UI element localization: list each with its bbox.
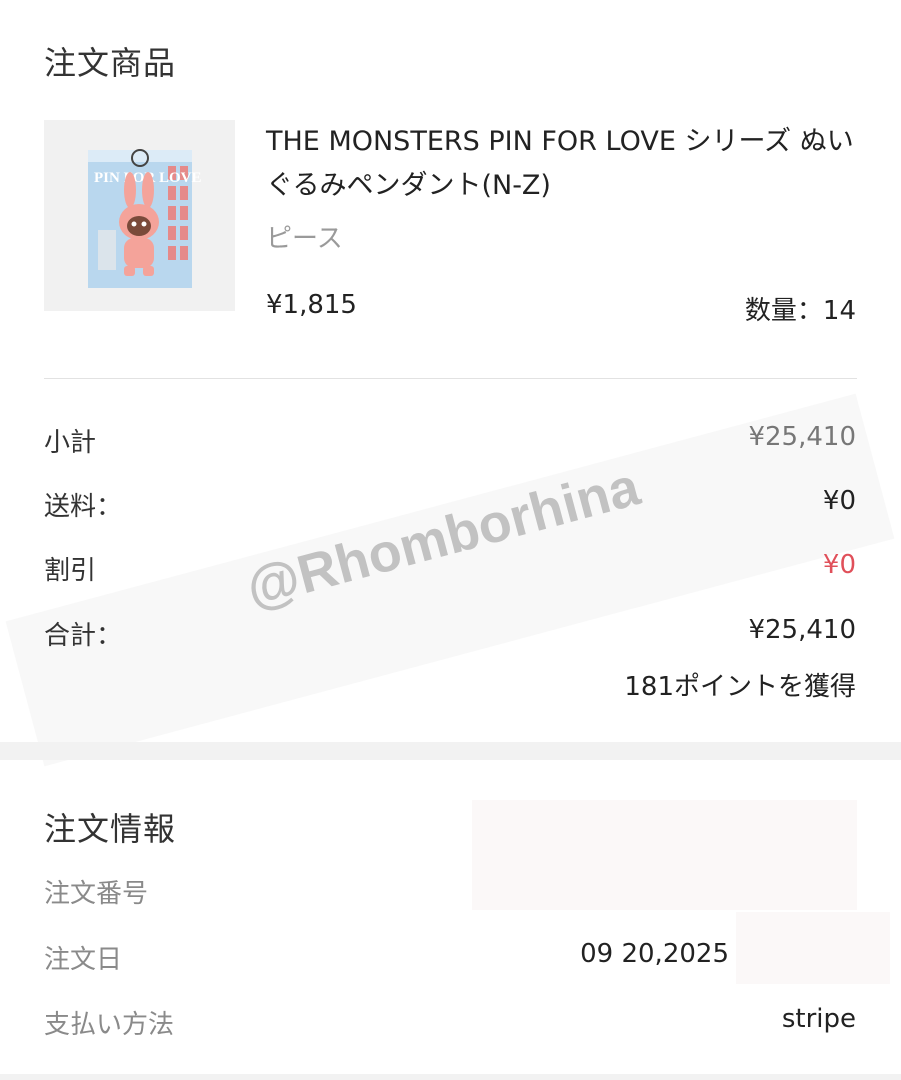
order-info-title: 注文情報 — [44, 810, 177, 848]
payment-method-label: 支払い方法 — [44, 1010, 175, 1040]
divider — [44, 378, 857, 379]
product-box-illustration: PIN FOR LOVE — [88, 149, 202, 288]
shipping-label: 送料： — [44, 492, 123, 522]
payment-method-value: stripe — [781, 1004, 856, 1034]
product-name[interactable]: THE MONSTERS PIN FOR LOVE シリーズ ぬいぐるみペンダン… — [266, 120, 861, 208]
discount-value: ¥0 — [822, 550, 856, 580]
section-separator — [0, 742, 901, 760]
product-price: ¥1,815 — [266, 290, 357, 320]
subtotal-label: 小計 — [44, 428, 97, 458]
product-quantity: 数量：14 — [744, 296, 856, 326]
order-number-label: 注文番号 — [44, 879, 149, 909]
points-earned: 181ポイントを獲得 — [624, 672, 856, 702]
product-variant: ピース — [266, 224, 343, 254]
subtotal-value: ¥25,410 — [748, 422, 856, 452]
order-items-title: 注文商品 — [44, 44, 177, 82]
redacted-order-number — [472, 800, 857, 910]
total-value: ¥25,410 — [748, 615, 856, 645]
shipping-value: ¥0 — [822, 486, 856, 516]
redacted-order-time — [736, 912, 890, 984]
order-date-value: 09 20,2025 — [580, 939, 729, 969]
order-date-label: 注文日 — [44, 945, 123, 975]
bottom-separator — [0, 1074, 901, 1080]
total-label: 合計： — [44, 621, 123, 651]
discount-label: 割引 — [44, 556, 97, 586]
product-image[interactable]: PIN FOR LOVE — [44, 120, 235, 311]
